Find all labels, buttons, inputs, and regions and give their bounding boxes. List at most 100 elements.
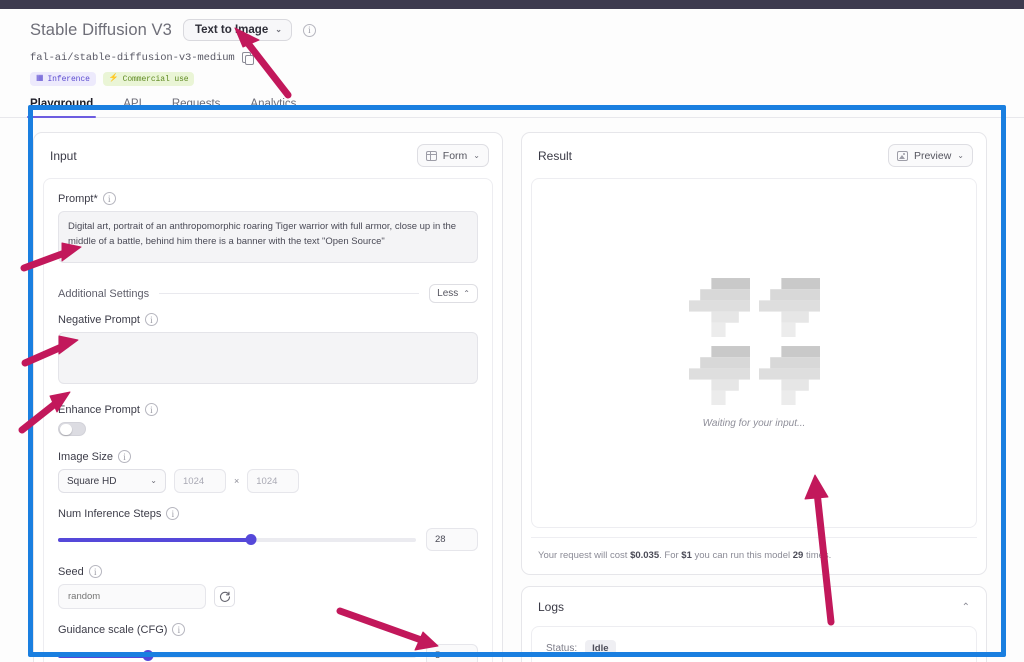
image-size-field: Image Size i Square HD ⌄ 1024 × 1024 [58, 450, 478, 493]
num-inference-steps-value[interactable]: 28 [426, 528, 478, 551]
cost-amount: $0.035 [630, 550, 660, 561]
negative-prompt-label: Negative Prompt [58, 313, 140, 326]
guidance-scale-field: Guidance scale (CFG) i 5 [58, 623, 478, 662]
seed-label-row: Seed i [58, 565, 478, 578]
num-inference-steps-field: Num Inference Steps i 28 [58, 507, 478, 551]
cost-dollar: $1 [681, 550, 692, 561]
fal-logo-icon [688, 345, 750, 405]
fal-logo-icon [758, 345, 820, 405]
additional-settings-row: Additional Settings Less ⌃ [58, 284, 478, 303]
negative-prompt-label-row: Negative Prompt i [58, 313, 478, 326]
seed-label: Seed [58, 565, 84, 578]
cost-suffix: times. [803, 550, 832, 561]
guidance-scale-value[interactable]: 5 [426, 644, 478, 662]
nav-tabs: Playground API Requests Analytics [26, 98, 1024, 118]
num-inference-steps-row: 28 [58, 528, 478, 551]
logs-card-header: Logs ⌃ [522, 587, 986, 626]
info-icon[interactable]: i [102, 192, 116, 205]
chevron-up-icon: ⌃ [463, 288, 470, 298]
image-width-input[interactable]: 1024 [174, 469, 226, 493]
cost-estimate: Your request will cost $0.035. For $1 yo… [531, 537, 977, 565]
copy-icon[interactable] [241, 52, 254, 65]
main-content: Input Form ⌄ Prompt* i Additional Settin [0, 118, 1024, 662]
badge-commercial-use-label: Commercial use [122, 74, 189, 84]
seed-input[interactable] [58, 584, 206, 609]
enhance-prompt-label-row: Enhance Prompt i [58, 403, 478, 416]
result-card: Result Preview ⌄ Waiting for your input.… [521, 132, 987, 575]
negative-prompt-input[interactable] [58, 332, 478, 384]
cost-middle-2: you can run this model [691, 550, 793, 561]
prompt-label: Prompt* [58, 192, 98, 205]
app-screen: Stable Diffusion V3 Text to Image ⌄ i fa… [0, 0, 1024, 662]
tab-playground[interactable]: Playground [26, 98, 97, 118]
input-card-header: Input Form ⌄ [34, 133, 502, 178]
tab-analytics[interactable]: Analytics [250, 98, 296, 118]
info-icon[interactable]: i [302, 23, 316, 37]
result-column: Result Preview ⌄ Waiting for your input.… [521, 132, 987, 662]
status-row: Status: Idle [546, 640, 962, 656]
page-title: Stable Diffusion V3 [30, 20, 172, 39]
info-icon[interactable]: i [144, 403, 158, 416]
mode-dropdown-label: Text to Image [194, 24, 269, 36]
refresh-icon [219, 591, 230, 602]
fal-logo-icon [688, 277, 750, 337]
info-icon[interactable]: i [172, 623, 186, 636]
inference-icon: ▦ [36, 74, 44, 83]
bolt-icon: ⚡ [108, 74, 119, 83]
image-size-preset-select[interactable]: Square HD ⌄ [58, 469, 166, 493]
enhance-prompt-field: Enhance Prompt i [58, 403, 478, 436]
image-size-label: Image Size [58, 450, 114, 463]
chevron-down-icon: ⌄ [150, 476, 157, 485]
mode-dropdown[interactable]: Text to Image ⌄ [182, 19, 292, 41]
num-inference-steps-label: Num Inference Steps [58, 507, 162, 520]
status-badge: Idle [585, 640, 616, 656]
info-icon[interactable]: i [88, 565, 102, 578]
model-id-row: fal-ai/stable-diffusion-v3-medium [30, 52, 1024, 65]
collapse-settings-button[interactable]: Less ⌃ [429, 284, 478, 303]
tab-api[interactable]: API [123, 98, 142, 118]
status-label: Status: [546, 642, 578, 654]
chevron-down-icon: ⌄ [473, 150, 480, 160]
guidance-scale-slider[interactable] [58, 649, 416, 662]
cost-middle: . For [659, 550, 682, 561]
chevron-down-icon: ⌄ [275, 25, 282, 34]
form-view-button[interactable]: Form ⌄ [416, 144, 489, 167]
chevron-up-icon[interactable]: ⌃ [962, 602, 970, 613]
collapse-settings-label: Less [437, 288, 459, 299]
cost-prefix: Your request will cost [538, 550, 631, 561]
image-icon [896, 150, 908, 161]
info-icon[interactable]: i [166, 507, 180, 520]
info-icon[interactable]: i [118, 450, 132, 463]
browser-chrome-bar [0, 0, 1024, 9]
logs-body: Status: Idle [531, 626, 977, 662]
divider [159, 293, 420, 294]
form-layout-icon [425, 150, 437, 161]
cost-run-count: 29 [792, 550, 804, 561]
additional-settings-label: Additional Settings [58, 287, 150, 300]
seed-field: Seed i [58, 565, 478, 609]
fal-logo-grid [688, 277, 820, 405]
num-inference-steps-label-row: Num Inference Steps i [58, 507, 478, 520]
seed-controls [58, 584, 478, 609]
badge-list: ▦ Inference ⚡ Commercial use [30, 72, 1024, 86]
chevron-down-icon: ⌄ [957, 150, 964, 160]
slider-thumb[interactable] [245, 534, 257, 545]
input-panel-title: Input [50, 148, 77, 163]
seed-reroll-button[interactable] [214, 586, 235, 607]
preview-view-label: Preview [913, 149, 952, 162]
num-inference-steps-slider[interactable] [58, 533, 416, 547]
image-size-preset-value: Square HD [67, 475, 117, 487]
result-placeholder-stage: Waiting for your input... [531, 178, 977, 528]
slider-thumb[interactable] [142, 650, 153, 661]
input-column: Input Form ⌄ Prompt* i Additional Settin [33, 132, 503, 662]
enhance-prompt-toggle[interactable] [58, 422, 86, 436]
prompt-input[interactable] [58, 211, 478, 263]
preview-view-button[interactable]: Preview ⌄ [887, 144, 973, 167]
info-icon[interactable]: i [144, 313, 158, 326]
logs-panel-title: Logs [538, 600, 565, 614]
tab-requests[interactable]: Requests [172, 98, 221, 118]
slider-fill [58, 653, 148, 658]
image-size-label-row: Image Size i [58, 450, 478, 463]
image-height-input[interactable]: 1024 [247, 469, 300, 493]
logs-card: Logs ⌃ Status: Idle [521, 586, 987, 662]
